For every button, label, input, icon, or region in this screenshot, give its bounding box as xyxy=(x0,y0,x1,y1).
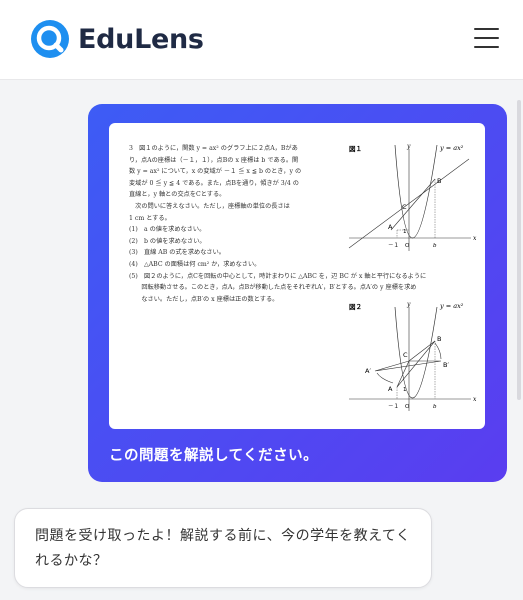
logo-lens-icon xyxy=(31,20,69,58)
problem-line: (4) △ABC の面積は何 cm² か，求めなさい。 xyxy=(129,260,261,268)
fig1-line-ab xyxy=(390,178,436,231)
fig2-tick-b: b xyxy=(433,404,437,410)
figure-2: 図２ y = ax² x y A B C A′ B′ －１ O b 1 xyxy=(349,301,477,411)
fig1-x-label: x xyxy=(473,235,477,242)
fig1-point-c: C xyxy=(402,203,407,211)
fig2-point-a: A xyxy=(388,385,393,393)
fig2-origin: O xyxy=(405,404,410,410)
fig1-y-label: y xyxy=(406,143,411,150)
fig2-parabola xyxy=(394,306,438,399)
user-message-text: この問題を解説してください。 xyxy=(109,448,319,464)
fig1-point-b: B xyxy=(437,177,441,185)
fig2-triangle-abc xyxy=(396,340,436,388)
fig1-tick-neg1: －１ xyxy=(388,242,399,249)
fig2-tick-1: 1 xyxy=(403,387,407,393)
hamburger-menu-icon[interactable] xyxy=(474,28,500,50)
user-message-bubble: 3 図１のように，関数 y = ax² のグラフ上に２点A，Bがあ り，点Aの座標… xyxy=(88,104,507,482)
fig2-point-b-prime: B′ xyxy=(443,361,449,369)
assistant-message-text: 問題を受け取ったよ！解説する前に、今の学年を教えてくれるかな？ xyxy=(35,528,411,569)
fig1-origin: O xyxy=(405,243,410,249)
problem-line: 回転移動させる。このとき，点A，点Bが移動した点をそれぞれA′，B′とする。点A… xyxy=(129,284,417,292)
app-header: EduLens xyxy=(0,0,523,80)
fig2-title: 図２ xyxy=(349,302,362,311)
fig1-tick-1: 1 xyxy=(403,229,407,235)
fig2-rotation-arrow-b xyxy=(434,342,442,360)
problem-line: (5) 図２のように，点Cを回転の中心として，時計まわりに △ABC を，辺 B… xyxy=(129,272,427,280)
brand-logo[interactable]: EduLens xyxy=(30,19,204,59)
fig2-y-label: y xyxy=(406,301,411,308)
problem-image[interactable]: 3 図１のように，関数 y = ax² のグラフ上に２点A，Bがあ り，点Aの座標… xyxy=(109,123,485,429)
fig1-title: 図１ xyxy=(349,144,362,153)
fig1-formula: y = ax² xyxy=(439,144,464,152)
fig2-tick-neg1: －１ xyxy=(388,403,399,410)
fig2-x-label: x xyxy=(473,396,477,403)
fig2-rotation-arrow-a xyxy=(376,372,394,384)
assistant-message-bubble: 問題を受け取ったよ！解説する前に、今の学年を教えてくれるかな？ xyxy=(14,508,432,588)
brand-name: EduLens xyxy=(78,23,204,55)
fig2-point-b: B xyxy=(437,335,441,343)
scrollbar[interactable] xyxy=(517,100,521,400)
fig2-point-a-prime: A′ xyxy=(365,367,371,375)
figure-1: 図１ y = ax² x y A B C －１ O b 1 xyxy=(348,143,477,251)
fig2-point-c: C xyxy=(403,351,408,359)
fig2-formula: y = ax² xyxy=(439,302,464,310)
fig1-tick-b: b xyxy=(433,243,437,249)
fig1-point-a: A xyxy=(388,223,393,231)
fig1-parabola xyxy=(394,144,438,239)
